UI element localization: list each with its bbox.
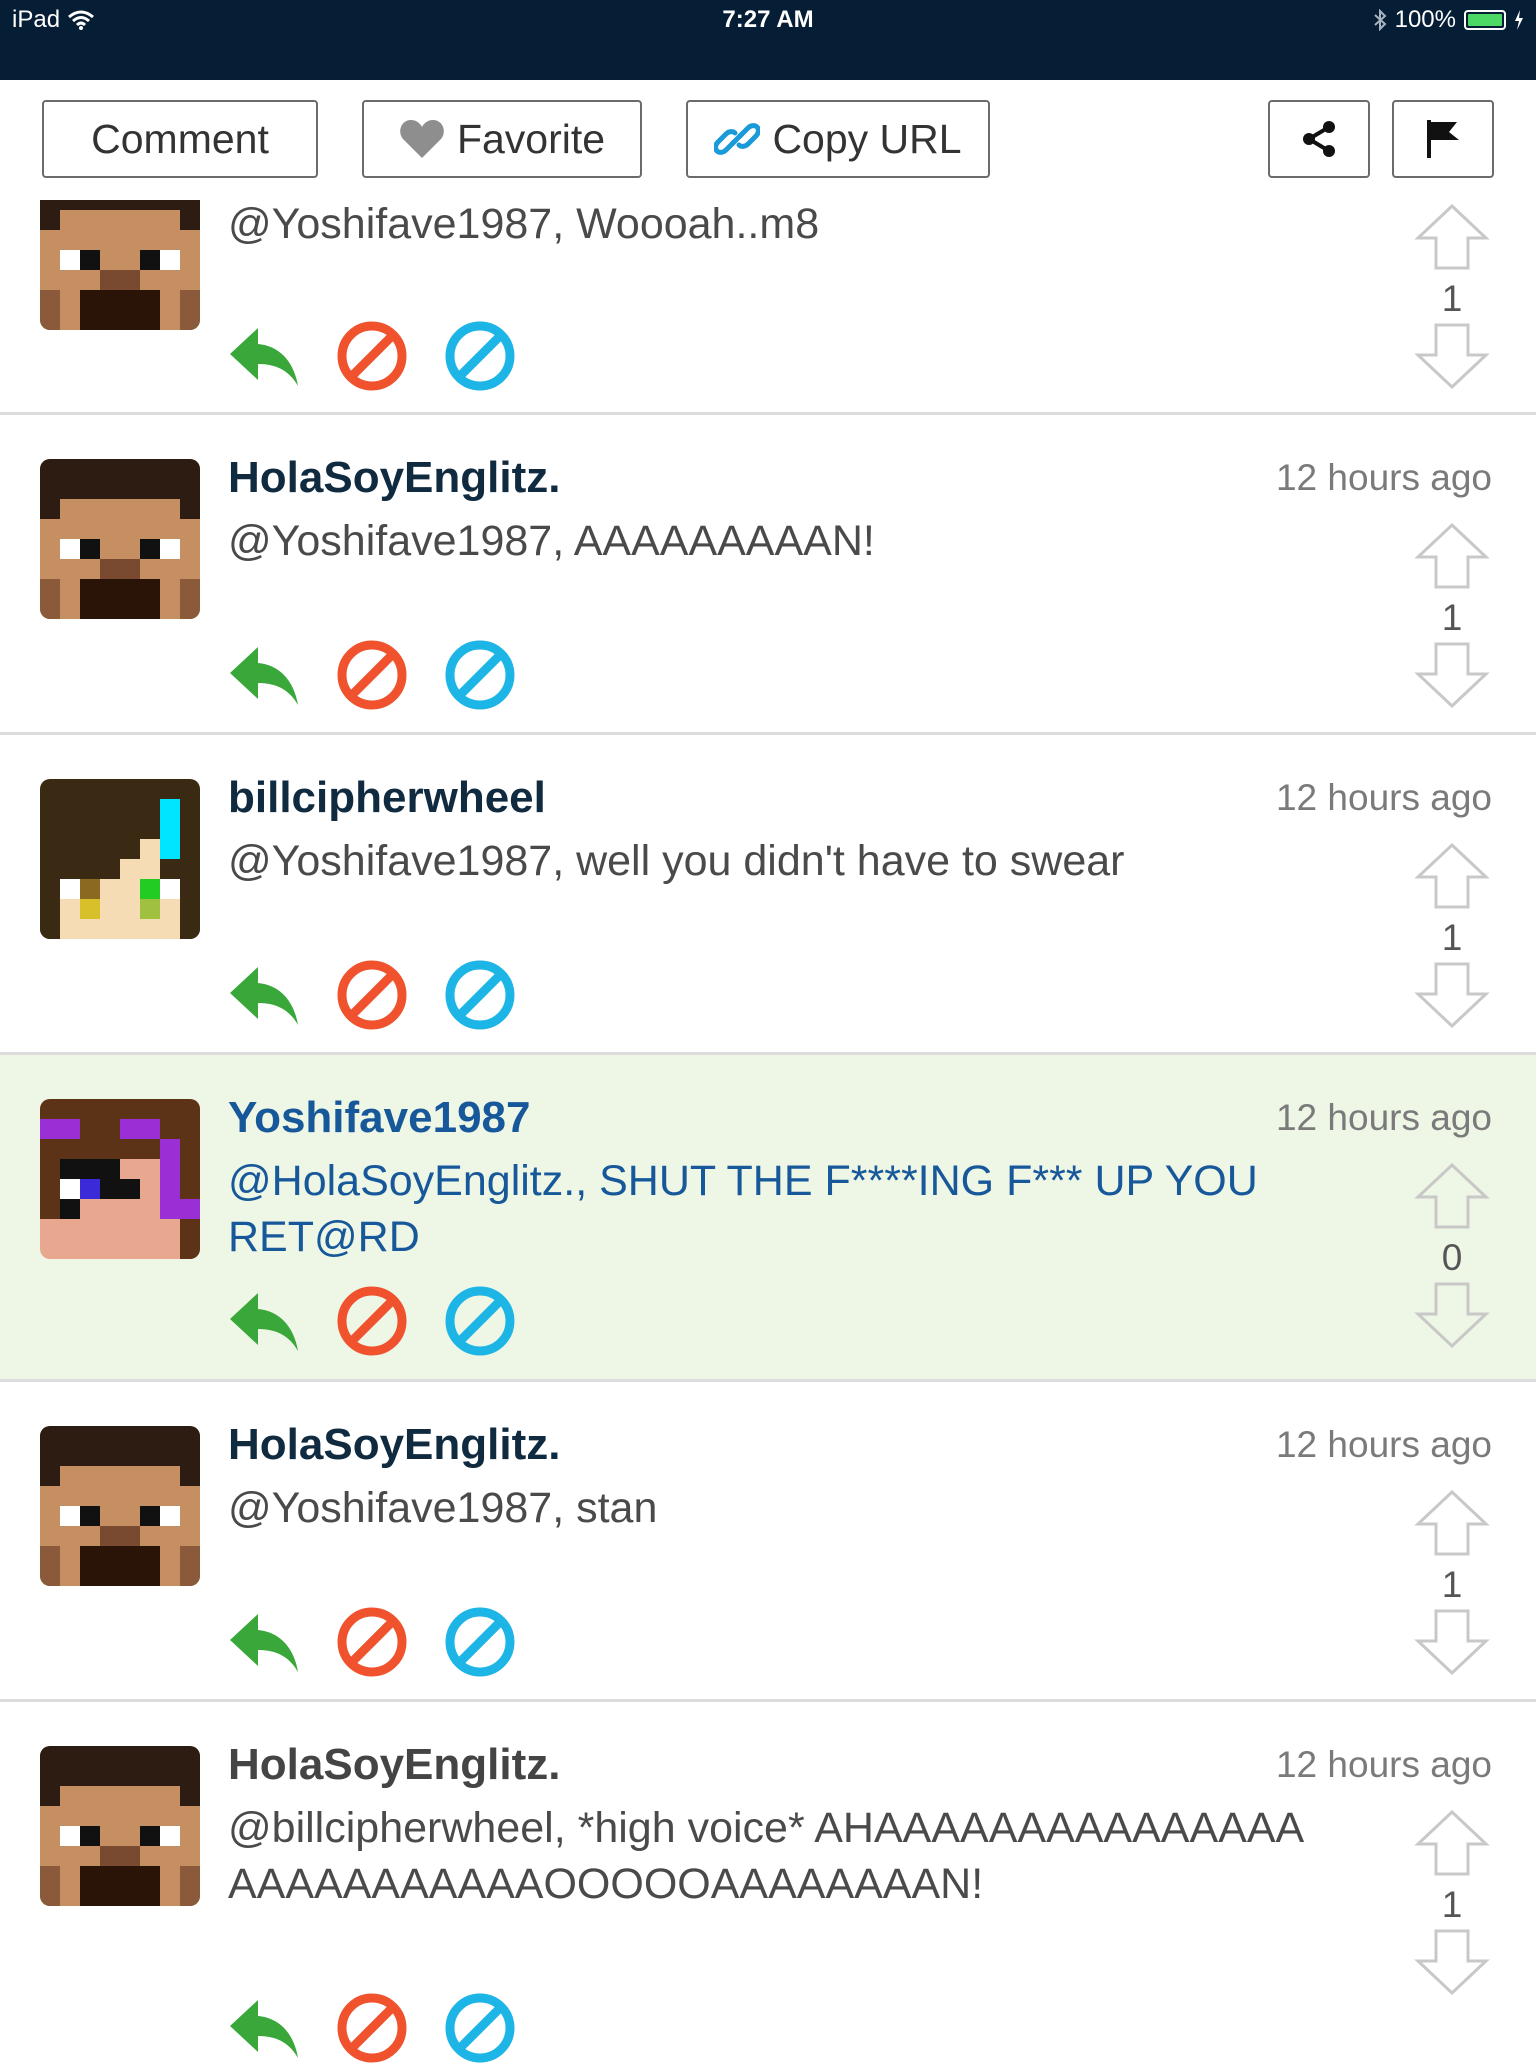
downvote-icon[interactable] <box>1414 1280 1490 1350</box>
favorite-button[interactable]: Favorite <box>362 100 642 178</box>
vote-count: 1 <box>1441 278 1463 319</box>
comment-button[interactable]: Comment <box>42 100 318 178</box>
block-user-icon[interactable] <box>444 320 516 392</box>
bluetooth-icon <box>1373 9 1387 31</box>
flag-comment-icon[interactable] <box>336 320 408 392</box>
vote-control: 1 <box>1412 521 1492 715</box>
comment-actions <box>228 639 516 711</box>
flag-comment-icon[interactable] <box>336 959 408 1031</box>
upvote-icon[interactable] <box>1414 1808 1490 1878</box>
copy-url-label: Copy URL <box>772 115 962 162</box>
comment-text: @Yoshifave1987, stan <box>228 1484 658 1532</box>
reply-icon[interactable] <box>228 1996 300 2060</box>
heart-icon <box>400 120 444 158</box>
comment-row: HolaSoyEnglitz. 12 hours ago @Yoshifave1… <box>0 1382 1536 1702</box>
copy-url-button[interactable]: Copy URL <box>686 100 990 178</box>
block-user-icon[interactable] <box>444 1606 516 1678</box>
comment-actions <box>228 1606 516 1678</box>
downvote-icon[interactable] <box>1414 321 1490 391</box>
comment-timestamp: 12 hours ago <box>1275 1097 1492 1138</box>
avatar[interactable] <box>40 1426 200 1586</box>
comment-text: @billcipherwheel, *high voice* AHAAAAAAA… <box>228 1804 1305 1908</box>
charging-icon <box>1515 10 1523 30</box>
downvote-icon[interactable] <box>1414 960 1490 1030</box>
comment-text: @Yoshifave1987, Woooah..m8 <box>228 200 820 248</box>
vote-control: 1 <box>1412 1488 1492 1682</box>
favorite-label: Favorite <box>456 115 606 162</box>
downvote-icon[interactable] <box>1414 1607 1490 1677</box>
link-icon <box>714 123 761 155</box>
comment-actions <box>228 320 516 392</box>
comment-actions <box>228 959 516 1031</box>
action-toolbar: Comment Favorite Copy URL <box>0 80 1536 200</box>
vote-control: 0 <box>1412 1161 1492 1355</box>
battery-icon <box>1464 10 1506 30</box>
comment-username[interactable]: HolaSoyEnglitz. <box>228 1420 560 1470</box>
status-bar: iPad 7:27 AM 100% <box>0 0 1536 80</box>
comment-row-highlighted: Yoshifave1987 12 hours ago @HolaSoyEngli… <box>0 1055 1536 1382</box>
flag-comment-icon[interactable] <box>336 1606 408 1678</box>
upvote-icon[interactable] <box>1414 202 1490 272</box>
flag-comment-icon[interactable] <box>336 1992 408 2064</box>
flag-comment-icon[interactable] <box>336 1285 408 1357</box>
comment-timestamp: 12 hours ago <box>1275 777 1492 818</box>
comment-row: billcipherwheel 12 hours ago @Yoshifave1… <box>0 735 1536 1055</box>
comment-username[interactable]: HolaSoyEnglitz. <box>228 1740 560 1790</box>
battery-percent: 100% <box>1394 6 1456 33</box>
flag-button[interactable] <box>1392 100 1494 178</box>
comment-text: @Yoshifave1987, AAAAAAAAAN! <box>228 517 875 565</box>
comment-actions <box>228 1992 516 2064</box>
avatar[interactable] <box>40 1746 200 1906</box>
avatar[interactable] <box>40 1099 200 1259</box>
block-user-icon[interactable] <box>444 1992 516 2064</box>
comment-timestamp: 12 hours ago <box>1275 1744 1492 1785</box>
reply-icon[interactable] <box>228 324 300 388</box>
comment-timestamp: 12 hours ago <box>1275 1424 1492 1465</box>
upvote-icon[interactable] <box>1414 841 1490 911</box>
vote-control: 1 <box>1412 202 1492 396</box>
comment-timestamp: 12 hours ago <box>1275 457 1492 498</box>
avatar[interactable] <box>40 459 200 619</box>
reply-icon[interactable] <box>228 1289 300 1353</box>
comment-row: HolaSoyEnglitz. 12 hours ago @Yoshifave1… <box>0 415 1536 735</box>
comment-row: HolaSoyEnglitz. 12 hours ago @billcipher… <box>0 1702 1536 2063</box>
upvote-icon[interactable] <box>1414 521 1490 591</box>
comment-text: @Yoshifave1987, well you didn't have to … <box>228 837 1125 885</box>
reply-icon[interactable] <box>228 643 300 707</box>
vote-control: 1 <box>1412 1808 1492 2002</box>
flag-comment-icon[interactable] <box>336 639 408 711</box>
vote-control: 1 <box>1412 841 1492 1035</box>
block-user-icon[interactable] <box>444 639 516 711</box>
vote-count: 1 <box>1441 917 1463 958</box>
status-right: 100% <box>1373 6 1524 34</box>
clock: 7:27 AM <box>722 6 814 33</box>
vote-count: 1 <box>1441 1564 1463 1605</box>
reply-icon[interactable] <box>228 1610 300 1674</box>
avatar[interactable] <box>40 779 200 939</box>
comment-username[interactable]: Yoshifave1987 <box>228 1093 530 1143</box>
block-user-icon[interactable] <box>444 959 516 1031</box>
vote-count: 1 <box>1441 1884 1463 1925</box>
vote-count: 1 <box>1441 597 1463 638</box>
flag-icon <box>1427 120 1459 158</box>
comment-username[interactable]: HolaSoyEnglitz. <box>228 453 560 503</box>
comment-label: Comment <box>91 115 269 162</box>
reply-icon[interactable] <box>228 963 300 1027</box>
upvote-icon[interactable] <box>1414 1488 1490 1558</box>
comment-username[interactable]: billcipherwheel <box>228 773 546 823</box>
share-icon <box>1303 121 1335 157</box>
upvote-icon[interactable] <box>1414 1161 1490 1231</box>
block-user-icon[interactable] <box>444 1285 516 1357</box>
downvote-icon[interactable] <box>1414 1927 1490 1997</box>
comment-actions <box>228 1285 516 1357</box>
downvote-icon[interactable] <box>1414 640 1490 710</box>
comment-text: @HolaSoyEnglitz., SHUT THE F****ING F***… <box>228 1157 1258 1261</box>
share-button[interactable] <box>1268 100 1370 178</box>
vote-count: 0 <box>1441 1237 1463 1278</box>
